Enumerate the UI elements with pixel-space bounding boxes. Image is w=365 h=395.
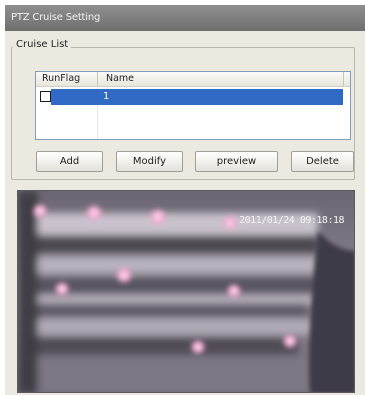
runflag-checkbox[interactable]	[40, 91, 51, 102]
cruise-list-legend: Cruise List	[13, 38, 72, 52]
ptz-cruise-window: PTZ Cruise Setting Cruise List RunFlag N…	[5, 5, 365, 395]
video-timestamp: 2011/01/24 09:18:18	[239, 215, 344, 226]
column-header-filler	[344, 72, 350, 86]
table-header: RunFlag Name	[36, 72, 350, 87]
cruise-list-table[interactable]: RunFlag Name 1	[35, 71, 351, 140]
delete-button[interactable]: Delete	[291, 151, 354, 172]
column-header-name[interactable]: Name	[98, 72, 344, 86]
table-row[interactable]: 1	[36, 89, 350, 105]
row-selection-highlight	[51, 89, 343, 105]
add-button[interactable]: Add	[36, 151, 103, 172]
window-title: PTZ Cruise Setting	[5, 5, 365, 31]
row-name-cell: 1	[103, 91, 110, 102]
video-preview[interactable]: 2011/01/24 09:18:18	[17, 190, 355, 393]
preview-button[interactable]: preview	[195, 151, 278, 172]
modify-button[interactable]: Modify	[116, 151, 183, 172]
column-header-runflag[interactable]: RunFlag	[36, 72, 98, 86]
